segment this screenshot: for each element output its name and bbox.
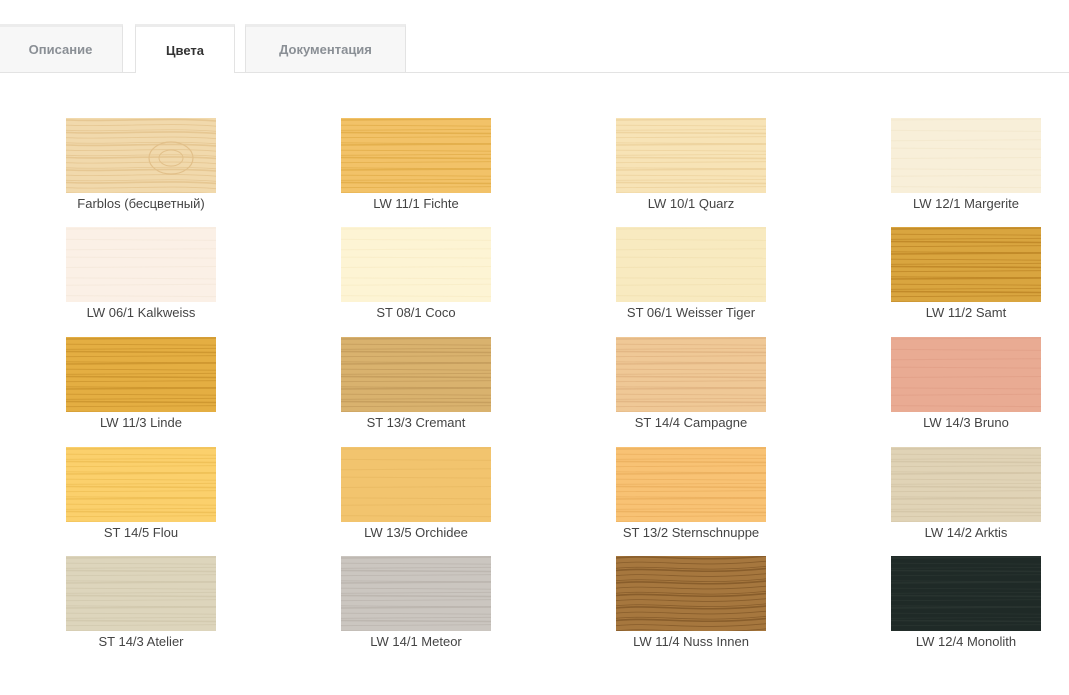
color-swatch-image[interactable] — [891, 227, 1041, 302]
color-swatch-image[interactable] — [616, 556, 766, 631]
color-swatch-item[interactable]: LW 11/3 Linde — [66, 337, 216, 430]
color-swatch-label: LW 14/1 Meteor — [370, 634, 462, 649]
wood-texture-icon — [891, 556, 1041, 631]
color-swatch-label: LW 12/1 Margerite — [913, 196, 1019, 211]
wood-texture-icon — [616, 118, 766, 193]
color-swatch-item[interactable]: ST 06/1 Weisser Tiger — [616, 227, 766, 320]
color-swatch-item[interactable]: LW 11/1 Fichte — [341, 118, 491, 211]
color-swatch-label: ST 14/5 Flou — [103, 525, 179, 540]
color-swatch-label: ST 14/3 Atelier — [98, 634, 184, 649]
color-swatch-item[interactable]: LW 10/1 Quarz — [616, 118, 766, 211]
color-swatch-label: LW 11/1 Fichte — [373, 196, 459, 211]
color-swatch-item[interactable]: LW 14/3 Bruno — [891, 337, 1041, 430]
wood-texture-icon — [66, 337, 216, 412]
color-swatch-item[interactable]: LW 14/2 Arktis — [891, 447, 1041, 540]
color-swatch-image[interactable] — [341, 447, 491, 522]
color-swatch-label: LW 12/4 Monolith — [915, 634, 1017, 649]
wood-texture-icon — [341, 337, 491, 412]
color-swatch-image[interactable] — [616, 447, 766, 522]
color-swatch-image[interactable] — [341, 118, 491, 193]
wood-texture-icon — [66, 227, 216, 302]
color-swatch-item[interactable]: ST 08/1 Coco — [341, 227, 491, 320]
color-swatch-item[interactable]: ST 13/3 Cremant — [341, 337, 491, 430]
color-swatch-image[interactable] — [341, 227, 491, 302]
color-swatch-label: ST 14/4 Campagne — [634, 415, 748, 430]
wood-texture-icon — [616, 556, 766, 631]
color-swatch-image[interactable] — [616, 227, 766, 302]
color-swatch-item[interactable]: ST 13/2 Sternschnuppe — [616, 447, 766, 540]
color-swatch-item[interactable]: ST 14/3 Atelier — [66, 556, 216, 649]
color-swatch-label: ST 13/2 Sternschnuppe — [622, 525, 760, 540]
color-swatch-label: ST 08/1 Coco — [376, 305, 456, 320]
color-swatch-label: LW 14/2 Arktis — [924, 525, 1008, 540]
wood-texture-icon — [341, 556, 491, 631]
color-swatch-item[interactable]: LW 11/2 Samt — [891, 227, 1041, 320]
color-swatch-label: LW 11/3 Linde — [100, 415, 182, 430]
color-swatch-label: ST 06/1 Weisser Tiger — [626, 305, 756, 320]
color-swatch-image[interactable] — [616, 337, 766, 412]
color-swatch-item[interactable]: LW 12/4 Monolith — [891, 556, 1041, 649]
wood-texture-icon — [891, 227, 1041, 302]
wood-texture-icon — [891, 447, 1041, 522]
wood-texture-icon — [891, 118, 1041, 193]
color-swatch-label: Farblos (бесцветный) — [77, 196, 205, 211]
color-swatch-image[interactable] — [341, 556, 491, 631]
color-swatch-item[interactable]: Farblos (бесцветный) — [66, 118, 216, 211]
wood-texture-icon — [341, 447, 491, 522]
color-swatch-image[interactable] — [891, 337, 1041, 412]
product-tabs: Описание Цвета Документация — [0, 24, 1069, 73]
color-swatch-item[interactable]: LW 14/1 Meteor — [341, 556, 491, 649]
color-swatch-image[interactable] — [66, 227, 216, 302]
wood-texture-icon — [891, 337, 1041, 412]
tab-documentation[interactable]: Документация — [245, 24, 406, 72]
color-swatch-image[interactable] — [66, 556, 216, 631]
wood-texture-icon — [66, 447, 216, 522]
color-swatch-label: LW 06/1 Kalkweiss — [86, 305, 196, 320]
wood-texture-icon — [341, 118, 491, 193]
color-swatch-item[interactable]: ST 14/5 Flou — [66, 447, 216, 540]
color-swatch-image[interactable] — [891, 556, 1041, 631]
color-swatch-image[interactable] — [616, 118, 766, 193]
color-swatch-label: LW 11/2 Samt — [925, 305, 1007, 320]
tab-description[interactable]: Описание — [0, 24, 123, 72]
color-swatch-label: LW 11/4 Nuss Innen — [633, 634, 749, 649]
color-swatch-image[interactable] — [891, 447, 1041, 522]
wood-texture-icon — [66, 556, 216, 631]
wood-texture-icon — [66, 118, 216, 193]
color-swatch-image[interactable] — [341, 337, 491, 412]
color-swatch-item[interactable]: LW 13/5 Orchidee — [341, 447, 491, 540]
color-swatch-item[interactable]: LW 12/1 Margerite — [891, 118, 1041, 211]
color-swatch-image[interactable] — [66, 337, 216, 412]
color-swatch-item[interactable]: ST 14/4 Campagne — [616, 337, 766, 430]
wood-texture-icon — [616, 337, 766, 412]
color-swatch-label: LW 10/1 Quarz — [647, 196, 735, 211]
color-swatch-label: LW 13/5 Orchidee — [364, 525, 468, 540]
color-swatch-label: LW 14/3 Bruno — [923, 415, 1009, 430]
color-swatch-image[interactable] — [66, 447, 216, 522]
wood-texture-icon — [616, 227, 766, 302]
color-swatch-image[interactable] — [891, 118, 1041, 193]
color-swatch-item[interactable]: LW 11/4 Nuss Innen — [616, 556, 766, 649]
wood-texture-icon — [341, 227, 491, 302]
wood-texture-icon — [616, 447, 766, 522]
color-swatch-image[interactable] — [66, 118, 216, 193]
tab-colors[interactable]: Цвета — [135, 24, 235, 73]
color-swatch-label: ST 13/3 Cremant — [366, 415, 466, 430]
color-swatch-item[interactable]: LW 06/1 Kalkweiss — [66, 227, 216, 320]
